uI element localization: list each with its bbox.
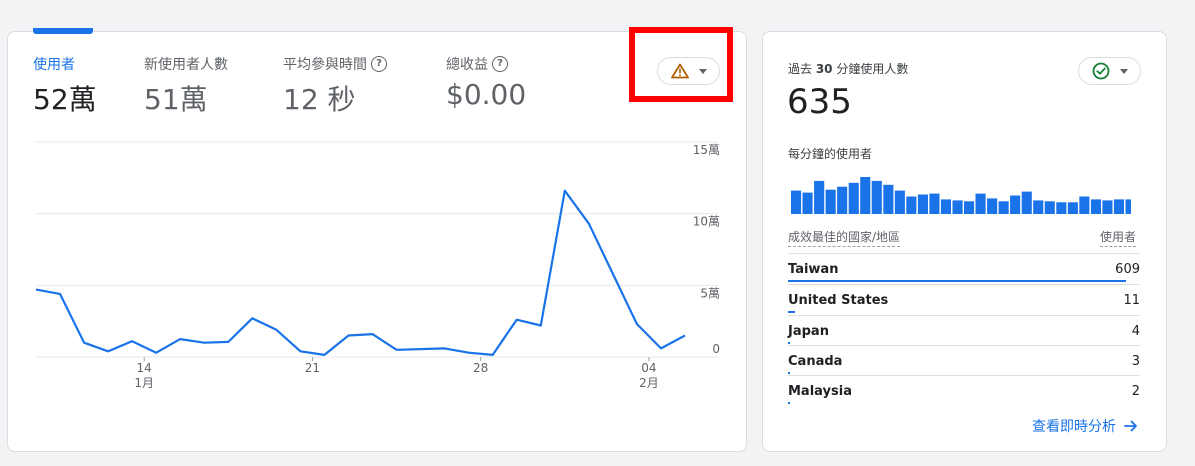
minute-bar[interactable] — [894, 190, 905, 214]
minute-bar[interactable] — [998, 201, 1009, 214]
x-tick-label: 21 — [305, 361, 320, 375]
minute-bar[interactable] — [1090, 199, 1101, 214]
x-tick-label: 28 — [473, 361, 488, 375]
realtime-total: 635 — [787, 82, 852, 122]
minute-bar[interactable] — [1113, 199, 1124, 214]
minute-bar[interactable] — [952, 200, 963, 214]
per-minute-label: 每分鐘的使用者 — [788, 147, 873, 161]
y-tick-label: 5萬 — [700, 286, 720, 300]
arrow-right-icon — [1124, 420, 1137, 432]
country-share-bar — [788, 280, 1126, 282]
minute-bar[interactable] — [1125, 199, 1132, 214]
minute-bar[interactable] — [860, 177, 871, 214]
country-row: United States 11 — [788, 284, 1140, 314]
minute-bar[interactable] — [964, 201, 975, 214]
chevron-down-icon — [1119, 68, 1128, 74]
minute-bar[interactable] — [814, 180, 825, 214]
country-users: 609 — [1115, 262, 1140, 277]
x-tick-label: 04 — [641, 361, 656, 375]
country-row: Taiwan 609 — [788, 253, 1140, 283]
minute-bar[interactable] — [975, 193, 986, 214]
country-users: 2 — [1131, 384, 1140, 399]
series-line-users — [35, 189, 686, 356]
country-users: 3 — [1131, 354, 1140, 369]
x-tick-month: 2月 — [639, 376, 659, 390]
minute-bar[interactable] — [987, 198, 998, 214]
view-realtime-label: 查看即時分析 — [1032, 419, 1116, 435]
minute-bar[interactable] — [1067, 202, 1078, 214]
minute-bar[interactable] — [871, 180, 882, 214]
country-row: Canada 3 — [788, 345, 1140, 375]
country-name: Malaysia — [788, 384, 852, 399]
x-tick-label: 14 — [137, 361, 152, 375]
realtime-title: 過去 30 分鐘使用人數 — [788, 62, 909, 76]
minute-bar[interactable] — [802, 192, 813, 214]
minute-bar[interactable] — [1079, 196, 1090, 215]
country-name: Taiwan — [788, 262, 839, 277]
country-users: 11 — [1123, 293, 1140, 308]
y-tick-label: 0 — [712, 342, 720, 356]
country-name: Japan — [788, 324, 829, 339]
minute-bar[interactable] — [1010, 195, 1021, 215]
country-name: Canada — [788, 354, 843, 369]
minute-bar[interactable] — [1102, 200, 1113, 214]
country-users: 4 — [1131, 324, 1140, 339]
minute-bar[interactable] — [1033, 200, 1044, 214]
table-header-country[interactable]: 成效最佳的國家/地區 — [788, 228, 901, 247]
minute-bar[interactable] — [940, 199, 951, 214]
minute-bar[interactable] — [1056, 202, 1067, 214]
y-tick-label: 15萬 — [693, 143, 720, 157]
minute-bar[interactable] — [825, 189, 836, 214]
y-tick-label: 10萬 — [693, 215, 720, 229]
check-circle-icon — [1092, 62, 1109, 80]
minute-bar[interactable] — [791, 190, 802, 214]
minute-bar[interactable] — [929, 193, 940, 214]
country-share-bar — [788, 372, 790, 374]
per-minute-bar-chart — [791, 177, 1132, 215]
view-realtime-link[interactable]: 查看即時分析 — [1032, 416, 1138, 436]
country-share-bar — [788, 342, 791, 344]
users-line-chart: 0 5萬 10萬 15萬 141月 21 28 042月 — [35, 141, 720, 390]
minute-bar[interactable] — [848, 182, 859, 214]
minute-bar[interactable] — [1021, 191, 1032, 214]
minute-bar[interactable] — [906, 196, 917, 215]
minute-bar[interactable] — [837, 186, 848, 214]
country-share-bar — [788, 311, 796, 313]
country-row: Malaysia 2 — [788, 375, 1140, 405]
country-share-bar — [788, 402, 790, 404]
country-row: Japan 4 — [788, 315, 1140, 345]
minute-bar[interactable] — [1044, 201, 1055, 214]
x-tick-month: 1月 — [134, 376, 154, 390]
status-dropdown-button[interactable] — [1078, 57, 1141, 85]
country-name: United States — [788, 293, 889, 308]
minute-bar[interactable] — [917, 194, 928, 215]
table-header-users[interactable]: 使用者 — [1100, 228, 1137, 247]
minute-bar[interactable] — [883, 184, 894, 214]
